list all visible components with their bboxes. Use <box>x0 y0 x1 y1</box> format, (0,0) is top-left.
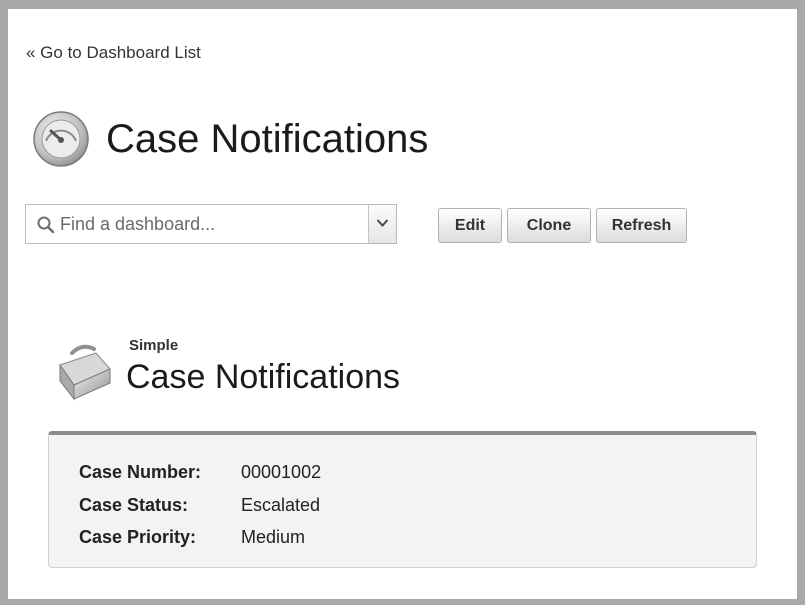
toolbox-icon <box>59 344 111 401</box>
clone-button[interactable]: Clone <box>507 208 591 243</box>
dashboard-page: « Go to Dashboard List Case Notification… <box>0 0 805 605</box>
component-title: Case Notifications <box>126 358 401 396</box>
dashboard-search-input[interactable] <box>60 211 360 237</box>
back-to-dashboard-list-link[interactable]: « Go to Dashboard List <box>26 43 201 63</box>
refresh-button[interactable]: Refresh <box>596 208 687 243</box>
search-icon <box>37 216 55 234</box>
case-status-label: Case Status: <box>79 495 189 515</box>
chevron-down-icon <box>376 219 389 227</box>
case-status-row: Case Status: Escalated <box>79 495 320 516</box>
case-number-row: Case Number: 00001002 <box>79 462 321 483</box>
page-title: Case Notifications <box>106 117 429 161</box>
component-subtitle: Simple <box>129 337 179 354</box>
case-priority-value: Medium <box>241 527 306 547</box>
case-status-value: Escalated <box>241 495 321 515</box>
case-priority-label: Case Priority: <box>79 527 197 547</box>
dashboard-gauge-icon <box>33 111 89 167</box>
case-details-panel: Case Number: 00001002 Case Status: Escalat… <box>48 431 757 568</box>
dashboard-search-box <box>25 204 397 244</box>
edit-button[interactable]: Edit <box>438 208 502 243</box>
case-priority-row: Case Priority: Medium <box>79 527 305 548</box>
case-number-label: Case Number: <box>79 462 202 482</box>
case-number-value: 00001002 <box>241 462 322 482</box>
dashboard-dropdown-button[interactable] <box>369 205 396 243</box>
